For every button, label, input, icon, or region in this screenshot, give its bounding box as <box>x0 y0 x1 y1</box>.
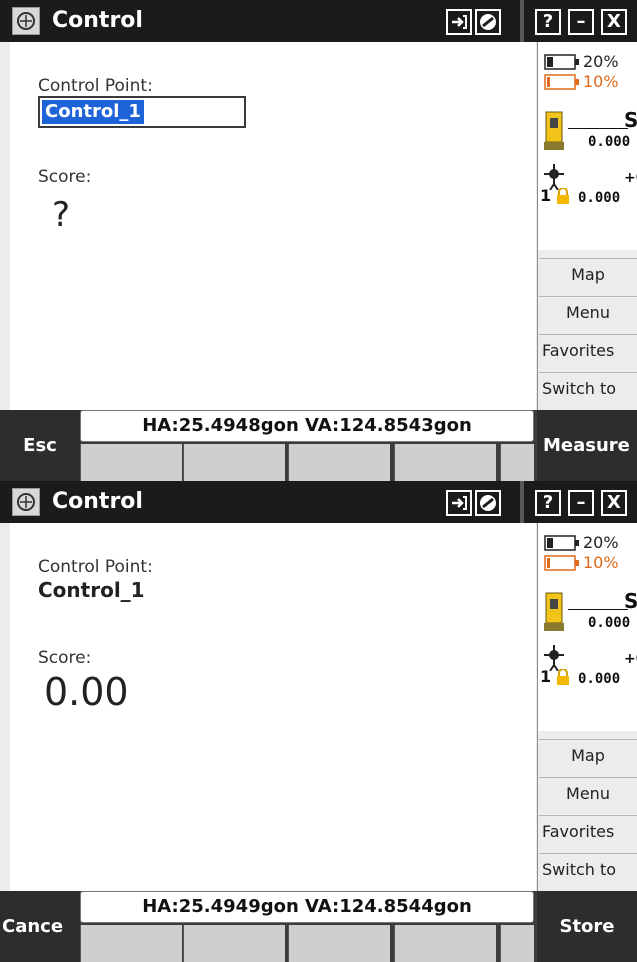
title-bar: Control ? – X <box>0 481 637 523</box>
control-screen-2: Control ? – X Control Point: Control_1 S… <box>0 481 637 962</box>
battery-low-icon <box>544 555 579 571</box>
titlebar-divider <box>520 481 524 523</box>
score-value: 0.00 <box>44 670 129 714</box>
title-bar: Control ? – X <box>0 0 637 42</box>
no-entry-icon[interactable] <box>475 9 501 35</box>
close-button[interactable]: X <box>601 490 627 516</box>
battery-icon <box>544 535 579 551</box>
window-title: Control <box>52 489 143 514</box>
no-entry-icon[interactable] <box>475 490 501 516</box>
store-button[interactable]: Store <box>537 891 637 962</box>
status-sidebar: 20% 10% S 0.000 1 +0 0.000 Map Menu Favo… <box>537 42 637 410</box>
esc-button[interactable]: Esc <box>0 410 80 481</box>
target-value: 0.000 <box>578 190 621 206</box>
minimize-button[interactable]: – <box>568 490 594 516</box>
instrument-value: 0.000 <box>588 134 631 150</box>
control-point-label: Control Point: <box>38 76 153 96</box>
function-key-3[interactable] <box>288 925 390 962</box>
app-logo-icon[interactable] <box>12 488 40 516</box>
menu-button[interactable]: Menu <box>539 296 637 330</box>
function-key-4[interactable] <box>394 444 496 481</box>
control-screen-1: Control ? – X Control Point: Control_1 S… <box>0 0 637 481</box>
titlebar-divider <box>520 0 524 42</box>
form-area: Control Point: Control_1 Score: ? <box>10 42 536 410</box>
function-key-3[interactable] <box>288 444 390 481</box>
menu-button[interactable]: Menu <box>539 777 637 811</box>
score-label: Score: <box>38 167 92 187</box>
status-sidebar: 20% 10% S 0.000 1 +0 0.000 Map Menu Favo… <box>537 523 637 891</box>
total-station-icon <box>544 111 564 150</box>
favorites-button[interactable]: Favorites <box>539 815 637 849</box>
function-key-5[interactable] <box>500 444 534 481</box>
lock-icon <box>557 669 569 685</box>
control-point-input[interactable]: Control_1 <box>38 96 246 128</box>
score-label: Score: <box>38 648 92 668</box>
battery-1-level: 20% <box>583 52 619 71</box>
control-point-selected-text: Control_1 <box>42 100 144 124</box>
login-arrow-icon[interactable] <box>446 490 472 516</box>
total-station-icon <box>544 592 564 631</box>
function-key-1[interactable] <box>80 444 182 481</box>
function-key-4[interactable] <box>394 925 496 962</box>
target-height: +0 <box>624 170 637 186</box>
angle-readout: HA:25.4949gon VA:124.8544gon <box>80 891 534 923</box>
score-value: ? <box>52 195 71 235</box>
battery-2-level: 10% <box>583 553 619 572</box>
instrument-value: 0.000 <box>588 615 631 631</box>
measure-button[interactable]: Measure <box>537 410 637 481</box>
favorites-button[interactable]: Favorites <box>539 334 637 368</box>
function-key-2[interactable] <box>183 925 285 962</box>
bottom-bar: Cance HA:25.4949gon VA:124.8544gon Store <box>0 891 637 962</box>
battery-2-level: 10% <box>583 72 619 91</box>
login-arrow-icon[interactable] <box>446 9 472 35</box>
minimize-button[interactable]: – <box>568 9 594 35</box>
target-height: +0 <box>624 651 637 667</box>
control-point-value: Control_1 <box>38 578 145 602</box>
instrument-divider <box>568 609 628 610</box>
instrument-divider <box>568 128 628 129</box>
function-key-2[interactable] <box>183 444 285 481</box>
bottom-bar: Esc HA:25.4948gon VA:124.8543gon Measure <box>0 410 637 481</box>
help-button[interactable]: ? <box>535 490 561 516</box>
form-area: Control Point: Control_1 Score: 0.00 <box>10 523 536 891</box>
cancel-button[interactable]: Cance <box>0 891 80 962</box>
map-button[interactable]: Map <box>539 739 637 773</box>
function-key-1[interactable] <box>80 925 182 962</box>
close-button[interactable]: X <box>601 9 627 35</box>
target-number: 1 <box>540 667 552 686</box>
lock-icon <box>557 188 569 204</box>
angle-readout: HA:25.4948gon VA:124.8543gon <box>80 410 534 442</box>
switch-to-button[interactable]: Switch to <box>539 853 637 887</box>
battery-low-icon <box>544 74 579 90</box>
function-key-5[interactable] <box>500 925 534 962</box>
status-area[interactable]: 20% 10% S 0.000 1 +0 0.000 <box>538 42 637 250</box>
switch-to-button[interactable]: Switch to <box>539 372 637 406</box>
help-button[interactable]: ? <box>535 9 561 35</box>
battery-icon <box>544 54 579 70</box>
status-area[interactable]: 20% 10% S 0.000 1 +0 0.000 <box>538 523 637 731</box>
map-button[interactable]: Map <box>539 258 637 292</box>
window-title: Control <box>52 8 143 33</box>
control-point-label: Control Point: <box>38 557 153 577</box>
target-number: 1 <box>540 186 552 205</box>
battery-1-level: 20% <box>583 533 619 552</box>
app-logo-icon[interactable] <box>12 7 40 35</box>
target-value: 0.000 <box>578 671 621 687</box>
